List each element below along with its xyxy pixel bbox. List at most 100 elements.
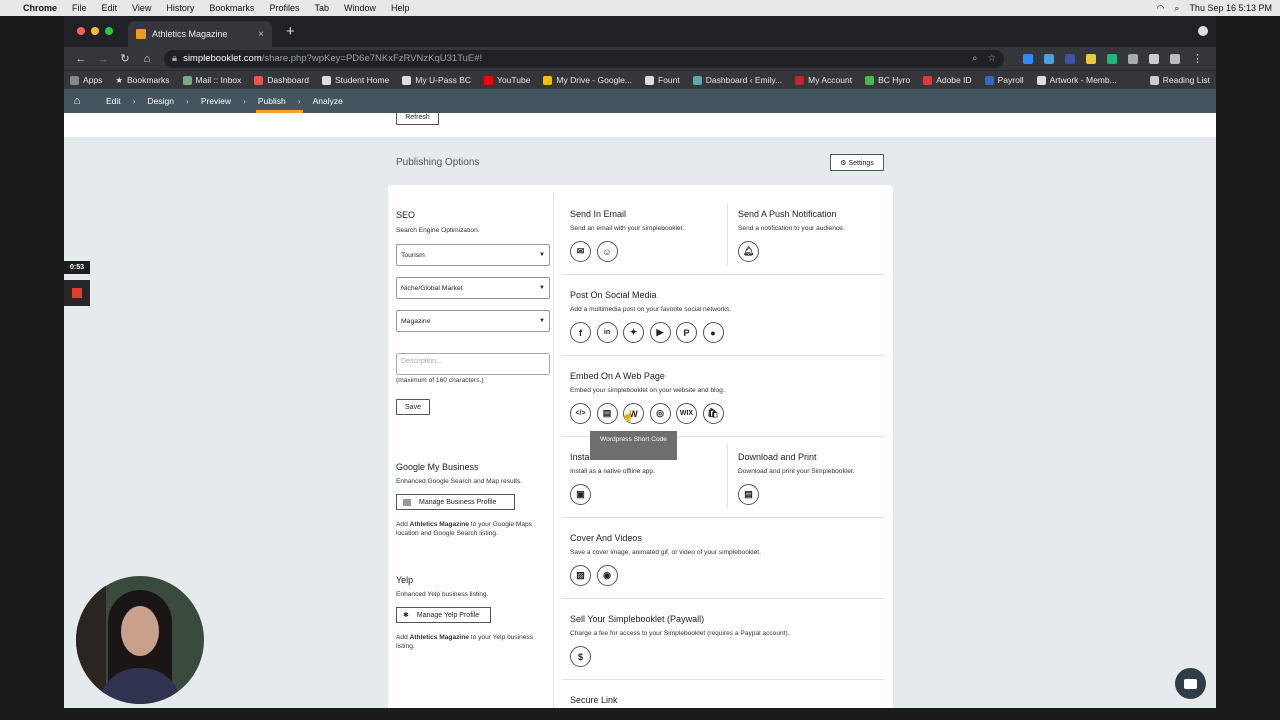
settings-button[interactable]: ⚙ Settings — [830, 154, 884, 171]
bookmark-artwork[interactable]: Artwork - Memb... — [1036, 75, 1117, 85]
seo-save-button[interactable]: Save — [396, 399, 430, 415]
tab-title: Athletics Magazine — [152, 29, 228, 39]
pdf-download-icon[interactable]: ▤ — [738, 484, 759, 505]
menu-edit[interactable]: Edit — [102, 3, 118, 13]
search-icon[interactable]: ⌕ — [1174, 3, 1179, 14]
bookmark-youtube[interactable]: YouTube — [484, 75, 530, 85]
seo-select-1[interactable]: Tourism ▼ — [396, 244, 550, 266]
wordpress-shortcode-icon[interactable]: ▤ — [596, 403, 618, 424]
seo-select-3[interactable]: Magazine ▼ — [396, 310, 550, 332]
address-bar[interactable]: 🔒︎ simplebooklet.com /share.php?wpKey=PD… — [164, 49, 1004, 68]
mailchimp-icon[interactable]: ☺ — [596, 241, 618, 262]
clock[interactable]: Thu Sep 16 5:13 PM — [1189, 3, 1272, 13]
secure-link-title: Secure Link — [570, 695, 618, 705]
bookmark-payroll[interactable]: Payroll — [984, 75, 1024, 85]
section-line — [562, 679, 884, 680]
bookmark-adobe[interactable]: Adobe ID — [923, 75, 972, 85]
description-input[interactable]: Description... — [396, 353, 550, 375]
bookmark-fount[interactable]: Fount — [645, 75, 680, 85]
shopify-icon[interactable]: 🛍︎ — [702, 403, 724, 424]
bookmark-drive[interactable]: My Drive - Google... — [543, 75, 632, 85]
bookmark-my-account[interactable]: My Account — [795, 75, 852, 85]
reading-list[interactable]: Reading List — [1149, 75, 1210, 85]
menu-file[interactable]: File — [72, 3, 87, 13]
social-icons: f in ✦ ▶ P ● — [570, 322, 729, 343]
nav-analyze[interactable]: Analyze — [313, 89, 343, 113]
home-icon[interactable]: ⌂ — [136, 53, 158, 65]
menu-view[interactable]: View — [132, 3, 151, 13]
star-icon[interactable]: ☆ — [987, 53, 996, 64]
menu-window[interactable]: Window — [344, 3, 376, 13]
zoom-window-icon[interactable] — [105, 27, 113, 35]
close-tab-icon[interactable]: × — [258, 29, 264, 40]
bookmark-apps[interactable]: Apps — [70, 75, 102, 85]
bell-icon[interactable]: 🔔︎ — [738, 241, 759, 262]
dollar-icon[interactable]: $ — [570, 646, 591, 667]
yelp-subtitle: Enhanced Yelp business listing. — [396, 591, 489, 598]
close-window-icon[interactable] — [77, 27, 85, 35]
zoom-icon[interactable]: ⌕ — [972, 53, 977, 64]
linkedin-icon[interactable]: in — [596, 322, 618, 343]
sell-title: Sell Your Simplebooklet (Paywall) — [570, 614, 705, 624]
zoom-ext-icon[interactable] — [1023, 53, 1033, 64]
bookmark-dashboard-emily[interactable]: Dashboard ‹ Emily... — [692, 75, 782, 85]
plugin-icon[interactable]: ◎ — [649, 403, 671, 424]
chrome-window: Athletics Magazine × + ← → ↻ ⌂ 🔒︎ simple… — [64, 16, 1216, 708]
ext-icon[interactable] — [1065, 53, 1075, 64]
download-desc: Download and print your Simplebooklet. — [738, 468, 855, 475]
camera-ext-icon[interactable] — [1128, 53, 1138, 64]
menu-tab[interactable]: Tab — [314, 3, 329, 13]
seo-select-2[interactable]: Niche/Global Market ▼ — [396, 277, 550, 299]
video-camera-icon[interactable]: ◉ — [596, 565, 618, 586]
ext-icon[interactable] — [1044, 53, 1054, 64]
stop-recording-button[interactable] — [64, 280, 90, 306]
wix-icon[interactable]: WIX — [676, 403, 697, 424]
email-icon[interactable]: ✉ — [570, 241, 591, 262]
sell-icons: $ — [570, 646, 597, 667]
home-icon[interactable]: ⌂ — [70, 95, 84, 107]
nav-publish[interactable]: Publish › — [255, 89, 303, 113]
puzzle-icon[interactable] — [1149, 53, 1159, 64]
bookmark-upass[interactable]: My U-Pass BC — [402, 75, 471, 85]
refresh-button[interactable]: Refresh — [396, 113, 439, 125]
bookmark-student-home[interactable]: Student Home — [321, 75, 389, 85]
bookmark-bc-hydro[interactable]: BC Hyro — [865, 75, 910, 85]
nav-preview[interactable]: Preview › — [201, 89, 246, 113]
lock-icon[interactable]: 🔒︎ — [172, 53, 177, 64]
ext-icon[interactable] — [1086, 53, 1096, 64]
pinterest-icon[interactable]: P — [676, 322, 697, 343]
media-icon[interactable] — [1170, 53, 1180, 64]
twitter-icon[interactable]: ✦ — [623, 322, 644, 343]
gmb-subtitle: Enhanced Google Search and Map results. — [396, 478, 523, 485]
reddit-icon[interactable]: ● — [702, 322, 724, 343]
menu-app[interactable]: Chrome — [23, 3, 57, 13]
nav-edit[interactable]: Edit › — [106, 89, 136, 113]
nav-design[interactable]: Design › — [148, 89, 189, 113]
manage-yelp-profile-button[interactable]: ✱ Manage Yelp Profile — [396, 607, 491, 623]
embed-title: Embed On A Web Page — [570, 371, 665, 381]
profile-menu-icon[interactable] — [1198, 26, 1208, 36]
code-embed-icon[interactable]: </> — [570, 403, 591, 424]
wifi-icon[interactable]: ◠ — [1157, 3, 1165, 14]
minimize-window-icon[interactable] — [91, 27, 99, 35]
youtube-icon[interactable]: ▶ — [649, 322, 671, 343]
menu-bookmarks[interactable]: Bookmarks — [209, 3, 254, 13]
reload-icon[interactable]: ↻ — [114, 52, 136, 65]
menu-profiles[interactable]: Profiles — [269, 3, 299, 13]
image-icon[interactable]: ▨ — [570, 565, 591, 586]
grammarly-icon[interactable] — [1107, 53, 1117, 64]
menu-help[interactable]: Help — [391, 3, 410, 13]
browser-tab[interactable]: Athletics Magazine × — [128, 21, 272, 47]
bookmark-mail[interactable]: Mail :: Inbox — [182, 75, 241, 85]
bookmark-dashboard[interactable]: Dashboard — [254, 75, 309, 85]
new-tab-icon[interactable]: + — [286, 23, 295, 40]
bookmark-bookmarks[interactable]: ★ Bookmarks — [115, 75, 169, 86]
install-app-icon[interactable]: ▣ — [570, 484, 591, 505]
manage-business-profile-button[interactable]: Manage Business Profile — [396, 494, 515, 510]
chat-widget-button[interactable] — [1175, 668, 1206, 699]
more-menu-icon[interactable]: ⋮ — [1192, 52, 1203, 65]
forward-icon[interactable]: → — [92, 53, 114, 65]
back-icon[interactable]: ← — [70, 53, 92, 65]
facebook-icon[interactable]: f — [570, 322, 591, 343]
menu-history[interactable]: History — [166, 3, 194, 13]
